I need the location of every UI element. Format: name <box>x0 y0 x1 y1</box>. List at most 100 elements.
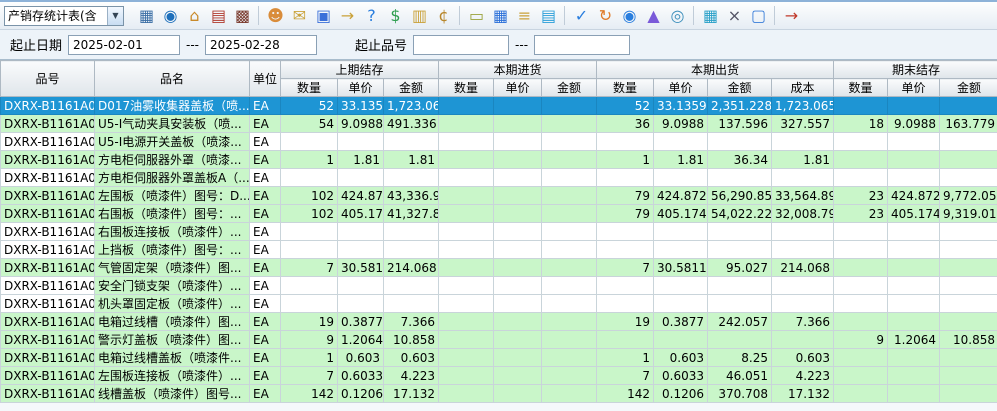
purchase-cell[interactable] <box>494 97 542 115</box>
purchase-cell[interactable] <box>542 313 597 331</box>
end-balance-cell[interactable]: 23 <box>834 187 888 205</box>
ruler-document-icon[interactable]: ▭ <box>465 4 488 27</box>
report-selector[interactable]: 产销存统计表(含 ▼ <box>4 6 124 26</box>
shipment-cell[interactable] <box>708 277 772 295</box>
col-header-end-price[interactable]: 单价 <box>888 79 940 97</box>
prev-balance-cell[interactable]: 41,327.814 <box>384 205 439 223</box>
shipment-cell[interactable]: 2,351.228 <box>708 97 772 115</box>
end-balance-cell[interactable] <box>888 97 940 115</box>
help-icon[interactable]: ? <box>360 4 383 27</box>
printer-icon[interactable]: ▤ <box>537 4 560 27</box>
table-row[interactable]: DXRX-B1161A0...U5-I气动夹具安装板（喷...EA549.098… <box>1 115 997 133</box>
shipment-cell[interactable]: 4.223 <box>772 367 834 385</box>
unit-cell[interactable]: EA <box>250 205 281 223</box>
end-balance-cell[interactable]: 163.779 <box>940 115 997 133</box>
col-header-end-amount[interactable]: 金额 <box>940 79 997 97</box>
col-header-purchase-amount[interactable]: 金额 <box>542 79 597 97</box>
col-header-out-qty[interactable]: 数量 <box>597 79 654 97</box>
end-balance-cell[interactable] <box>834 367 888 385</box>
end-balance-cell[interactable] <box>834 151 888 169</box>
info-icon[interactable]: ◉ <box>618 4 641 27</box>
prev-balance-cell[interactable]: 30.5811 <box>338 259 384 277</box>
prev-balance-cell[interactable]: 491.336 <box>384 115 439 133</box>
grid-icon[interactable]: ▦ <box>699 4 722 27</box>
shipment-cell[interactable]: 79 <box>597 205 654 223</box>
date-to-input[interactable] <box>205 35 317 55</box>
shipment-cell[interactable]: 7.366 <box>772 313 834 331</box>
part-name-cell[interactable]: 右围板连接板（喷漆件）... <box>95 223 250 241</box>
prev-balance-cell[interactable]: 0.6033 <box>338 367 384 385</box>
shipment-cell[interactable] <box>597 241 654 259</box>
purchase-cell[interactable] <box>439 349 494 367</box>
end-balance-cell[interactable] <box>834 277 888 295</box>
shipment-cell[interactable]: 405.1746 <box>654 205 708 223</box>
shipment-cell[interactable]: 33.1359 <box>654 97 708 115</box>
part-no-cell[interactable]: DXRX-B1161A0... <box>1 331 95 349</box>
prev-balance-cell[interactable]: 43,336.946 <box>384 187 439 205</box>
col-header-purchase-qty[interactable]: 数量 <box>439 79 494 97</box>
purchase-cell[interactable] <box>439 313 494 331</box>
prev-balance-cell[interactable]: 1 <box>281 349 338 367</box>
end-balance-cell[interactable] <box>834 313 888 331</box>
part-name-cell[interactable]: 安全门锁支架（喷漆件）... <box>95 277 250 295</box>
purchase-cell[interactable] <box>439 241 494 259</box>
purchase-cell[interactable] <box>542 349 597 367</box>
shipment-cell[interactable]: 1.81 <box>654 151 708 169</box>
shipment-cell[interactable]: 52 <box>597 97 654 115</box>
end-balance-cell[interactable] <box>940 277 997 295</box>
shipment-cell[interactable]: 0.3877 <box>654 313 708 331</box>
shipment-cell[interactable]: 0.6033 <box>654 367 708 385</box>
shipment-cell[interactable]: 17.132 <box>772 385 834 403</box>
prev-balance-cell[interactable] <box>384 241 439 259</box>
shipment-cell[interactable]: 7 <box>597 367 654 385</box>
unit-cell[interactable]: EA <box>250 331 281 349</box>
end-balance-cell[interactable] <box>888 151 940 169</box>
shipment-cell[interactable] <box>772 241 834 259</box>
unit-cell[interactable]: EA <box>250 259 281 277</box>
purchase-cell[interactable] <box>542 223 597 241</box>
end-balance-cell[interactable] <box>888 277 940 295</box>
purchase-cell[interactable] <box>542 259 597 277</box>
unit-cell[interactable]: EA <box>250 187 281 205</box>
purchase-cell[interactable] <box>439 97 494 115</box>
shipment-cell[interactable]: 9.0988 <box>654 115 708 133</box>
shipment-cell[interactable]: 54,022.228 <box>708 205 772 223</box>
prev-balance-cell[interactable]: 0.603 <box>384 349 439 367</box>
prev-balance-cell[interactable] <box>384 169 439 187</box>
col-header-out-amount[interactable]: 金额 <box>708 79 772 97</box>
shipment-cell[interactable]: 137.596 <box>708 115 772 133</box>
prev-balance-cell[interactable]: 405.1746 <box>338 205 384 223</box>
purchase-cell[interactable] <box>542 97 597 115</box>
prev-balance-cell[interactable] <box>281 223 338 241</box>
table-row[interactable]: DXRX-B1161A0...电箱过线槽盖板（喷漆件...EA10.6030.6… <box>1 349 997 367</box>
unit-cell[interactable]: EA <box>250 151 281 169</box>
prev-balance-cell[interactable]: 1.81 <box>384 151 439 169</box>
unit-cell[interactable]: EA <box>250 241 281 259</box>
prev-balance-cell[interactable]: 54 <box>281 115 338 133</box>
shipment-cell[interactable] <box>708 133 772 151</box>
shipment-cell[interactable] <box>597 331 654 349</box>
end-balance-cell[interactable] <box>834 133 888 151</box>
prev-balance-cell[interactable] <box>384 133 439 151</box>
shipment-cell[interactable] <box>654 331 708 349</box>
table-row[interactable]: DXRX-B1161A0...线槽盖板（喷漆件）图号...EA1420.1206… <box>1 385 997 403</box>
table-row[interactable]: DXRX-B1161A0...方电柜伺服器外罩（喷漆...EA11.811.81… <box>1 151 997 169</box>
end-balance-cell[interactable] <box>888 241 940 259</box>
prev-balance-cell[interactable]: 0.3877 <box>338 313 384 331</box>
purchase-cell[interactable] <box>542 241 597 259</box>
purchase-cell[interactable] <box>494 313 542 331</box>
end-balance-cell[interactable] <box>940 241 997 259</box>
unit-cell[interactable]: EA <box>250 169 281 187</box>
shipment-cell[interactable]: 214.068 <box>772 259 834 277</box>
purchase-cell[interactable] <box>494 223 542 241</box>
end-balance-cell[interactable] <box>834 295 888 313</box>
unit-cell[interactable]: EA <box>250 277 281 295</box>
briefcase-icon[interactable]: ▩ <box>231 4 254 27</box>
purchase-cell[interactable] <box>439 151 494 169</box>
part-no-cell[interactable]: DXRX-B1161A0... <box>1 205 95 223</box>
save-icon[interactable]: ▣ <box>312 4 335 27</box>
part-name-cell[interactable]: 线槽盖板（喷漆件）图号... <box>95 385 250 403</box>
col-header-prev-price[interactable]: 单价 <box>338 79 384 97</box>
end-balance-cell[interactable] <box>888 295 940 313</box>
purchase-cell[interactable] <box>542 115 597 133</box>
